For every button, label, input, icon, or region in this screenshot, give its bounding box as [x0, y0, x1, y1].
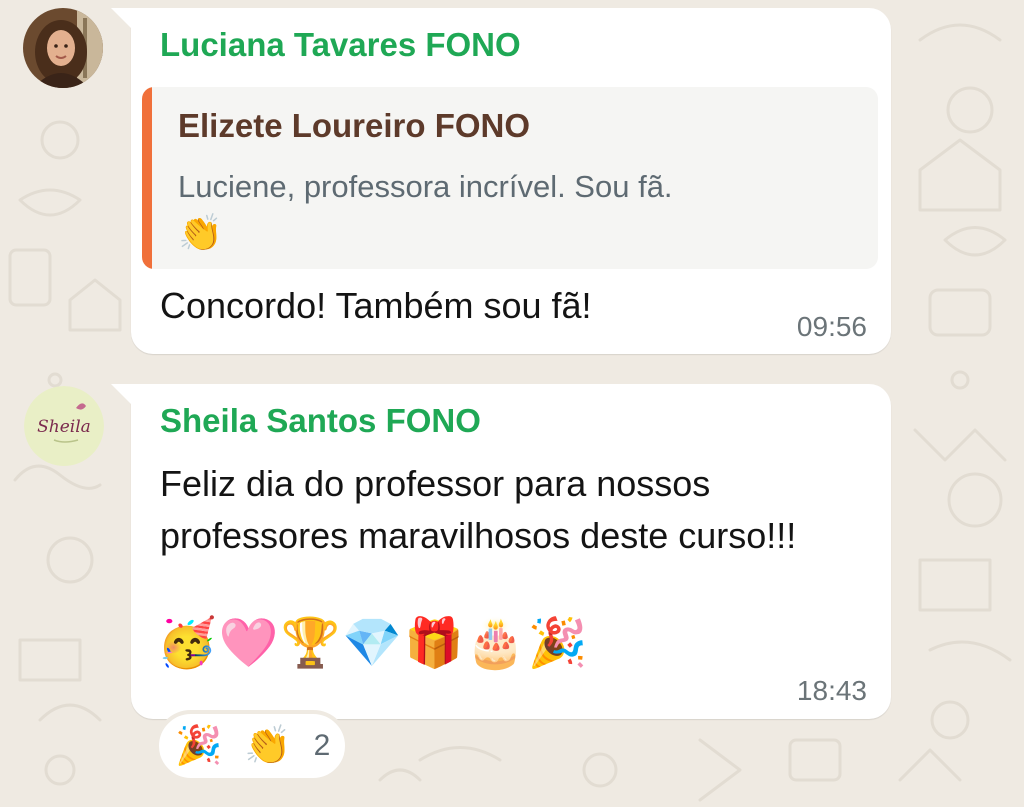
emoji-row: 🥳🩷🏆💎🎁🎂🎉 — [157, 617, 590, 670]
sender-name[interactable]: Sheila Santos FONO — [160, 402, 481, 440]
message-bubble[interactable]: Sheila Santos FONO Feliz dia do professo… — [111, 384, 891, 719]
message-text: Concordo! Também sou fã! — [160, 285, 592, 326]
profile-photo-icon — [23, 8, 103, 88]
message-bubble[interactable]: Luciana Tavares FONO Elizete Loureiro FO… — [111, 8, 891, 354]
message-time: 09:56 — [796, 311, 867, 342]
quoted-text: Luciene, professora incrível. Sou fã. — [178, 169, 673, 204]
reaction-count: 2 — [313, 729, 331, 762]
avatar[interactable]: Sheila — [24, 386, 104, 466]
avatar[interactable] — [23, 8, 103, 88]
clapping-hands-icon: 👏 — [244, 725, 292, 767]
quoted-message[interactable]: Elizete Loureiro FONO Luciene, professor… — [142, 87, 878, 269]
bubble-tail-icon — [111, 8, 133, 30]
message-text: Feliz dia do professor para nossos profe… — [160, 463, 797, 556]
reactions-pill[interactable]: 🎉 👏 2 — [155, 710, 349, 782]
svg-text:Sheila: Sheila — [37, 417, 91, 437]
quoted-author: Elizete Loureiro FONO — [178, 107, 531, 144]
sender-name[interactable]: Luciana Tavares FONO — [160, 26, 521, 64]
sheila-logo-icon: Sheila — [24, 386, 104, 466]
bubble-tail-icon — [111, 384, 133, 406]
message-time: 18:43 — [796, 675, 867, 706]
clapping-hands-icon: 👏 — [178, 212, 223, 253]
quote-accent-bar — [142, 87, 152, 269]
party-popper-icon: 🎉 — [175, 725, 223, 767]
